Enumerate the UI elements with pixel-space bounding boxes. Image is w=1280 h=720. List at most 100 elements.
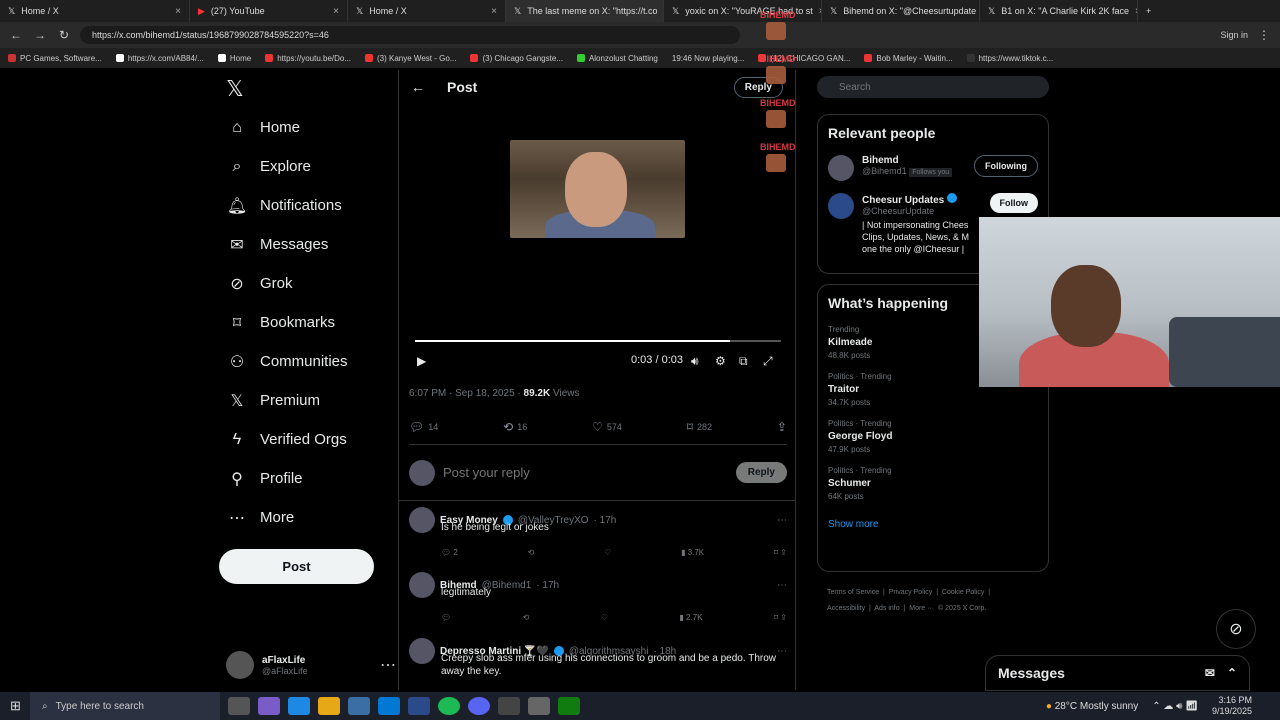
nav-item-home[interactable]: ⌂ Home xyxy=(218,108,398,147)
follow-button[interactable]: Follow xyxy=(989,193,1038,213)
close-icon[interactable]: × xyxy=(333,6,339,17)
heart-icon[interactable]: ♡ xyxy=(604,548,611,557)
sign-in-button[interactable]: Sign in xyxy=(1220,30,1248,40)
reload-icon[interactable]: ↻ xyxy=(56,28,72,42)
footer-link[interactable]: Cookie Policy xyxy=(942,589,984,596)
play-icon[interactable]: ▶ xyxy=(417,354,426,368)
reply-tweet[interactable]: Bihemd @Bihemd1 · 17h ⋯ legitimately 💬︎ ⟲ ♡ ▮ … xyxy=(399,572,795,622)
share-action[interactable]: ⇪ xyxy=(777,420,787,434)
outlook-icon[interactable] xyxy=(378,697,400,715)
bookmark-action[interactable]: ⌑ 282 xyxy=(687,420,712,434)
comment-icon[interactable]: 💬︎ xyxy=(441,613,451,622)
spotify-icon[interactable] xyxy=(438,697,460,715)
reply-input[interactable] xyxy=(443,465,728,480)
bookmark-icon[interactable]: ⌑ ⇪ xyxy=(774,613,787,622)
reply-submit-button[interactable]: Reply xyxy=(735,462,787,483)
close-icon[interactable]: × xyxy=(175,6,181,17)
person-row[interactable]: Bihemd @Bihemd1 Follows you Following xyxy=(828,155,1038,181)
settings-icon[interactable] xyxy=(528,697,550,715)
back-arrow-icon[interactable]: ← xyxy=(411,79,425,95)
comment-icon[interactable]: 💬︎ 2 xyxy=(441,548,458,557)
footer-link[interactable]: Ads info xyxy=(874,605,899,612)
taskbar-clock[interactable]: 3:16 PM 9/19/2025 xyxy=(1212,695,1252,717)
url-field[interactable]: https://x.com/bihemd1/status/19687990287… xyxy=(80,26,740,44)
reply-action[interactable]: 💬︎ 14 xyxy=(409,420,438,434)
steam-icon[interactable] xyxy=(408,697,430,715)
nav-item-verified-orgs[interactable]: ϟ Verified Orgs xyxy=(218,420,398,459)
views-icon[interactable]: ▮ 2.7K xyxy=(679,613,702,622)
nav-item-messages[interactable]: ✉ Messages xyxy=(218,225,398,264)
account-switcher[interactable]: aFlaxLife @aFlaxLife ⋯ xyxy=(226,645,396,685)
taskbar-search[interactable]: ⌕ Type here to search xyxy=(30,692,220,720)
bookmark-icon[interactable]: ⌑ ⇪ xyxy=(774,548,787,557)
chevron-up-icon[interactable]: ⌃ xyxy=(1227,666,1237,680)
browser-tab[interactable]: 𝕏 Home / X × xyxy=(348,0,506,22)
more-icon[interactable]: ⋯ xyxy=(777,646,787,657)
bookmark-item[interactable]: Bob Marley - Waitin... xyxy=(864,54,953,63)
file-explorer-icon[interactable] xyxy=(318,697,340,715)
more-icon[interactable]: ⋯ xyxy=(777,580,787,591)
nav-item-premium[interactable]: 𝕏 Premium xyxy=(218,381,398,420)
copilot-icon[interactable] xyxy=(258,697,280,715)
close-icon[interactable]: × xyxy=(491,6,497,17)
browser-tab[interactable]: 𝕏 Home / X × xyxy=(0,0,190,22)
xbox-icon[interactable] xyxy=(558,697,580,715)
bookmark-item[interactable]: 19:46 Now playing... xyxy=(672,54,745,63)
settings-icon[interactable]: ⚙ xyxy=(715,354,726,368)
bookmark-item[interactable]: https://x.com/AB84/... xyxy=(115,54,204,63)
nav-item-notifications[interactable]: 🔔︎ Notifications xyxy=(218,186,398,225)
like-action[interactable]: ♡ 574 xyxy=(592,420,622,434)
show-more-link[interactable]: Show more xyxy=(828,519,1038,530)
trend-item[interactable]: Politics · Trending Schumer 64K posts xyxy=(828,466,1038,501)
more-icon[interactable]: ⋯ xyxy=(777,515,787,526)
repost-icon[interactable]: ⟲ xyxy=(528,548,535,557)
browser-tab[interactable]: 𝕏The last meme on X: "https://t.co× xyxy=(506,0,664,22)
footer-link[interactable]: Accessibility xyxy=(827,605,865,612)
footer-link[interactable]: More ··· xyxy=(909,605,934,612)
compose-message-icon[interactable]: ✉ xyxy=(1205,666,1215,680)
video-progress-bar[interactable] xyxy=(415,340,781,342)
browser-tab[interactable]: ▶ (27) YouTube × xyxy=(190,0,348,22)
fullscreen-icon[interactable]: ⤢ xyxy=(763,354,773,369)
post-button[interactable]: Post xyxy=(219,549,374,584)
weather-widget[interactable]: ● 28°C Mostly sunny xyxy=(1046,701,1138,712)
task-view-icon[interactable] xyxy=(228,697,250,715)
bookmark-item[interactable]: (3) Chicago Gangste... xyxy=(470,54,563,63)
system-tray-icons[interactable]: ⌃ ☁ 🔊︎ 📶︎ xyxy=(1152,701,1198,712)
new-tab-button[interactable]: + xyxy=(1138,0,1168,22)
following-button[interactable]: Following xyxy=(974,155,1038,177)
menu-icon[interactable]: ⋮ xyxy=(1256,28,1272,42)
reply-tweet[interactable]: Easy Money @ValleyTreyXO · 17h ⋯ Is he bein… xyxy=(399,507,795,557)
browser-tab[interactable]: 𝕏B1 on X: "A Charlie Kirk 2K face× xyxy=(980,0,1138,22)
obs-icon[interactable] xyxy=(498,697,520,715)
nav-item-communities[interactable]: ⚇ Communities xyxy=(218,342,398,381)
heart-icon[interactable]: ♡ xyxy=(601,613,608,622)
footer-link[interactable]: Privacy Policy xyxy=(889,589,933,596)
grok-floating-button[interactable]: ⊘ xyxy=(1216,609,1256,649)
messages-drawer[interactable]: Messages ✉ ⌃ xyxy=(985,655,1250,691)
repost-action[interactable]: ⟲ 16 xyxy=(503,420,527,434)
forward-icon[interactable]: → xyxy=(32,28,48,42)
footer-link[interactable]: Terms of Service xyxy=(827,589,879,596)
picture-in-picture-icon[interactable]: ⧉ xyxy=(739,354,748,369)
trend-item[interactable]: Politics · Trending George Floyd 47.9K pos… xyxy=(828,419,1038,454)
bookmark-item[interactable]: https://youtu.be/Do... xyxy=(265,54,351,63)
bookmark-item[interactable]: PC Games, Software... xyxy=(8,54,102,63)
bookmark-item[interactable]: Alonzolust Chatting xyxy=(576,54,658,63)
nav-item-more[interactable]: ⋯ More xyxy=(218,498,398,537)
nav-item-profile[interactable]: ⚲ Profile xyxy=(218,459,398,498)
nav-item-grok[interactable]: ⊘ Grok xyxy=(218,264,398,303)
store-icon[interactable] xyxy=(348,697,370,715)
back-icon[interactable]: ← xyxy=(8,28,24,42)
edge-icon[interactable] xyxy=(288,697,310,715)
bookmark-item[interactable]: (3) Kanye West - Go... xyxy=(365,54,456,63)
views-icon[interactable]: ▮ 3.7K xyxy=(681,548,704,557)
discord-icon[interactable] xyxy=(468,697,490,715)
windows-start-icon[interactable]: ⊞ xyxy=(10,698,21,714)
search-input[interactable]: Search xyxy=(817,76,1049,98)
bookmark-item[interactable]: Home xyxy=(217,54,251,63)
browser-tab[interactable]: 𝕏Bihemd on X: "@Cheesurtupdate× xyxy=(822,0,980,22)
repost-icon[interactable]: ⟲ xyxy=(523,613,530,622)
bookmark-item[interactable]: https://www.tiktok.c... xyxy=(966,54,1053,63)
nav-item-bookmarks[interactable]: ⌑ Bookmarks xyxy=(218,303,398,342)
